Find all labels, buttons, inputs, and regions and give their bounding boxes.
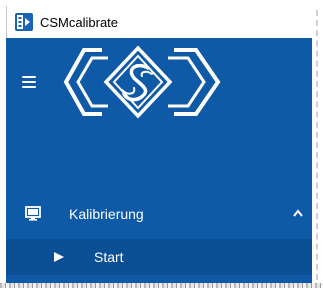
play-icon bbox=[54, 252, 64, 262]
csm-logo bbox=[63, 45, 221, 119]
app-icon bbox=[15, 13, 33, 31]
sidebar: Kalibrierung Start bbox=[6, 38, 312, 283]
background-text-strip bbox=[0, 283, 323, 288]
app-window: CSMcalibrate Kalibrierung Start bbox=[0, 0, 323, 288]
window-title: CSMcalibrate bbox=[40, 14, 119, 30]
menu-item-kalibrierung[interactable]: Kalibrierung bbox=[6, 196, 312, 232]
chevron-up-icon[interactable] bbox=[293, 209, 303, 217]
window-border bbox=[312, 6, 323, 288]
submenu-item-start[interactable]: Start bbox=[6, 239, 312, 275]
submenu-item-label: Start bbox=[94, 249, 124, 265]
border-dash bbox=[316, 10, 318, 280]
hamburger-menu-icon[interactable] bbox=[22, 76, 36, 89]
title-bar[interactable]: CSMcalibrate bbox=[6, 6, 309, 38]
menu-item-label: Kalibrierung bbox=[69, 206, 144, 222]
monitor-icon bbox=[25, 206, 41, 221]
